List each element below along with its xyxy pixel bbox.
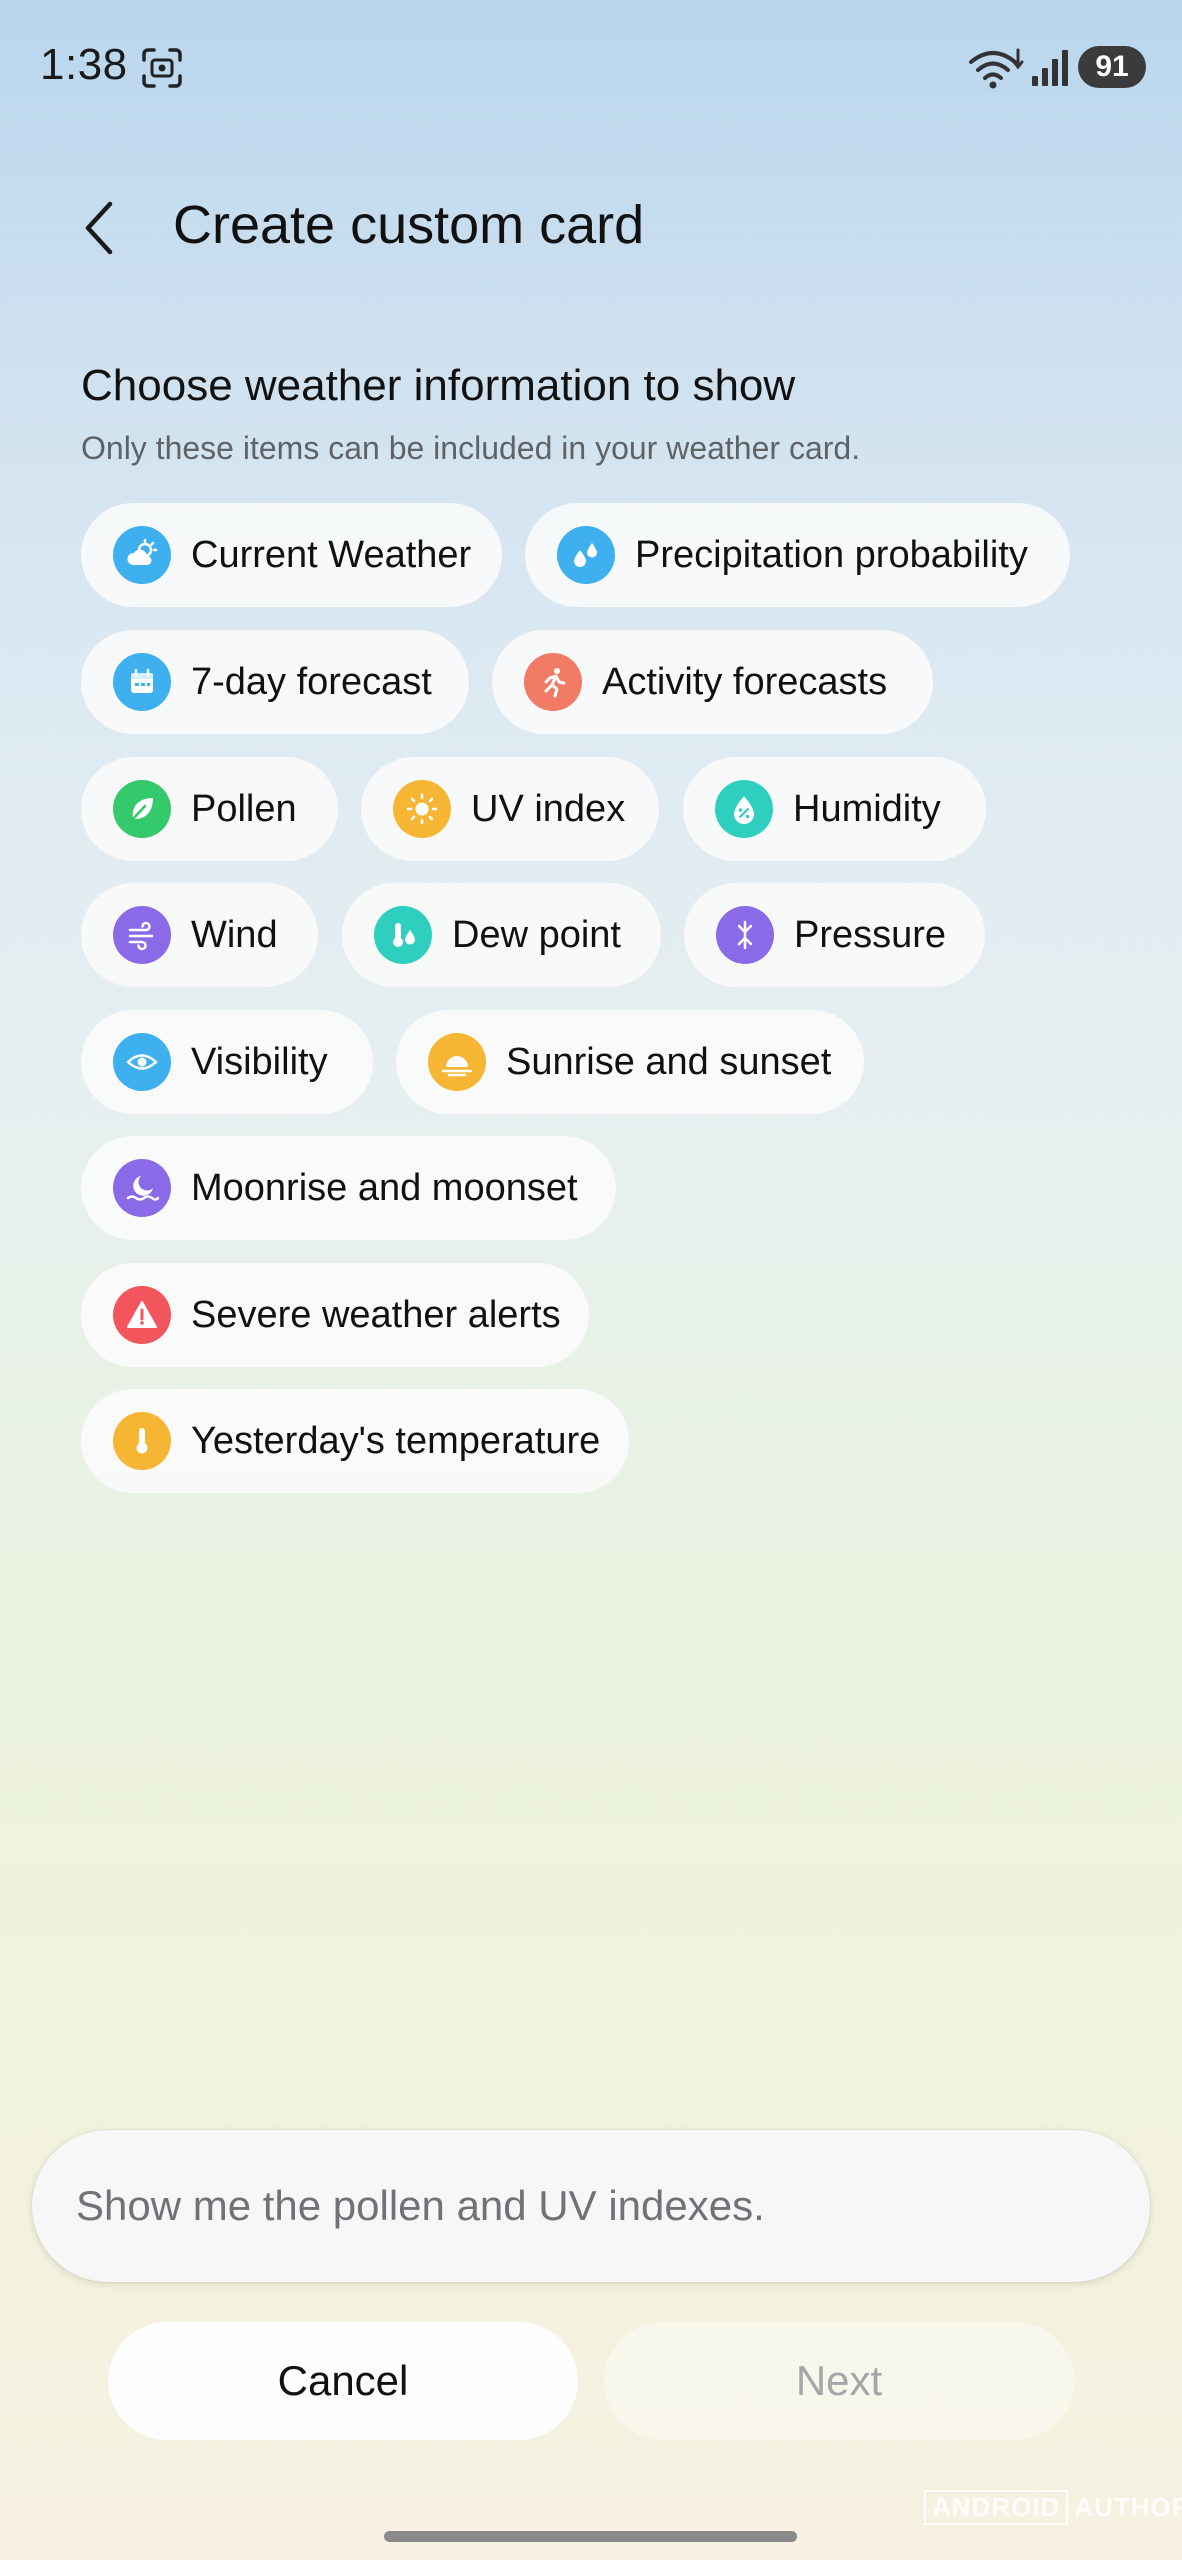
chip-label: Wind <box>191 914 278 956</box>
wind-icon <box>113 906 171 964</box>
prompt-bar[interactable] <box>32 2130 1150 2282</box>
calendar-icon <box>113 653 171 711</box>
warning-triangle-icon <box>113 1286 171 1344</box>
raindrops-icon <box>557 526 615 584</box>
page-title: Create custom card <box>173 195 645 255</box>
home-indicator[interactable] <box>384 2531 797 2542</box>
chip-pressure[interactable]: Pressure <box>684 883 985 987</box>
battery-badge: 91 <box>1078 46 1146 88</box>
chip-sunrise-and-sunset[interactable]: Sunrise and sunset <box>396 1010 864 1114</box>
chip-label: Yesterday's temperature <box>191 1420 601 1462</box>
humidity-drop-icon <box>715 780 773 838</box>
watermark: ANDROIDAUTHORITY <box>924 2490 1182 2525</box>
status-time: 1:38 <box>40 40 128 89</box>
eye-icon <box>113 1033 171 1091</box>
chip-label: Moonrise and moonset <box>191 1167 578 1209</box>
chip-current-weather[interactable]: Current Weather <box>81 503 502 607</box>
moonrise-icon <box>113 1159 171 1217</box>
chip-precipitation-probability[interactable]: Precipitation probability <box>525 503 1070 607</box>
chevron-left-icon <box>85 201 113 255</box>
chip-activity-forecasts[interactable]: Activity forecasts <box>492 630 933 734</box>
screenshot-icon <box>142 48 182 88</box>
chip-wind[interactable]: Wind <box>81 883 318 987</box>
section-subtitle: Only these items can be included in your… <box>81 430 861 466</box>
signal-icon <box>1032 50 1068 86</box>
watermark-tail: AUTHORITY <box>1074 2492 1182 2522</box>
chip-moonrise-and-moonset[interactable]: Moonrise and moonset <box>81 1136 616 1240</box>
chip-label: 7-day forecast <box>191 661 432 703</box>
chip-pollen[interactable]: Pollen <box>81 757 338 861</box>
next-button[interactable]: Next <box>604 2322 1074 2440</box>
wifi-icon <box>969 48 1024 89</box>
chip-label: Precipitation probability <box>635 534 1028 576</box>
chip-humidity[interactable]: Humidity <box>683 757 986 861</box>
cancel-button[interactable]: Cancel <box>108 2322 578 2440</box>
chip-label: Activity forecasts <box>602 661 888 703</box>
chip-dew-point[interactable]: Dew point <box>342 883 661 987</box>
pressure-arrows-icon <box>716 906 774 964</box>
chip-label: Sunrise and sunset <box>506 1041 832 1083</box>
chip-label: UV index <box>471 788 626 830</box>
chip-7-day-forecast[interactable]: 7-day forecast <box>81 630 469 734</box>
chip-label: Severe weather alerts <box>191 1294 561 1336</box>
chip-label: Pollen <box>191 788 297 830</box>
section-title: Choose weather information to show <box>81 361 796 410</box>
sunrise-icon <box>428 1033 486 1091</box>
chip-label: Humidity <box>793 788 941 830</box>
thermometer-drop-icon <box>374 906 432 964</box>
back-button[interactable] <box>62 190 138 266</box>
chip-label: Pressure <box>794 914 947 956</box>
watermark-box: ANDROID <box>924 2490 1069 2525</box>
chip-label: Visibility <box>191 1041 328 1083</box>
chip-uv-index[interactable]: UV index <box>361 757 659 861</box>
partly-cloudy-icon <box>113 526 171 584</box>
running-person-icon <box>524 653 582 711</box>
chip-severe-weather-alerts[interactable]: Severe weather alerts <box>81 1263 589 1367</box>
chip-label: Current Weather <box>191 534 472 576</box>
chip-visibility[interactable]: Visibility <box>81 1010 373 1114</box>
chip-yesterdays-temperature[interactable]: Yesterday's temperature <box>81 1389 629 1493</box>
chip-label: Dew point <box>452 914 621 956</box>
prompt-input[interactable] <box>76 2182 1076 2230</box>
sun-icon <box>393 780 451 838</box>
status-bar: 1:38 91 <box>0 0 1182 130</box>
thermometer-icon <box>113 1412 171 1470</box>
leaf-icon <box>113 780 171 838</box>
